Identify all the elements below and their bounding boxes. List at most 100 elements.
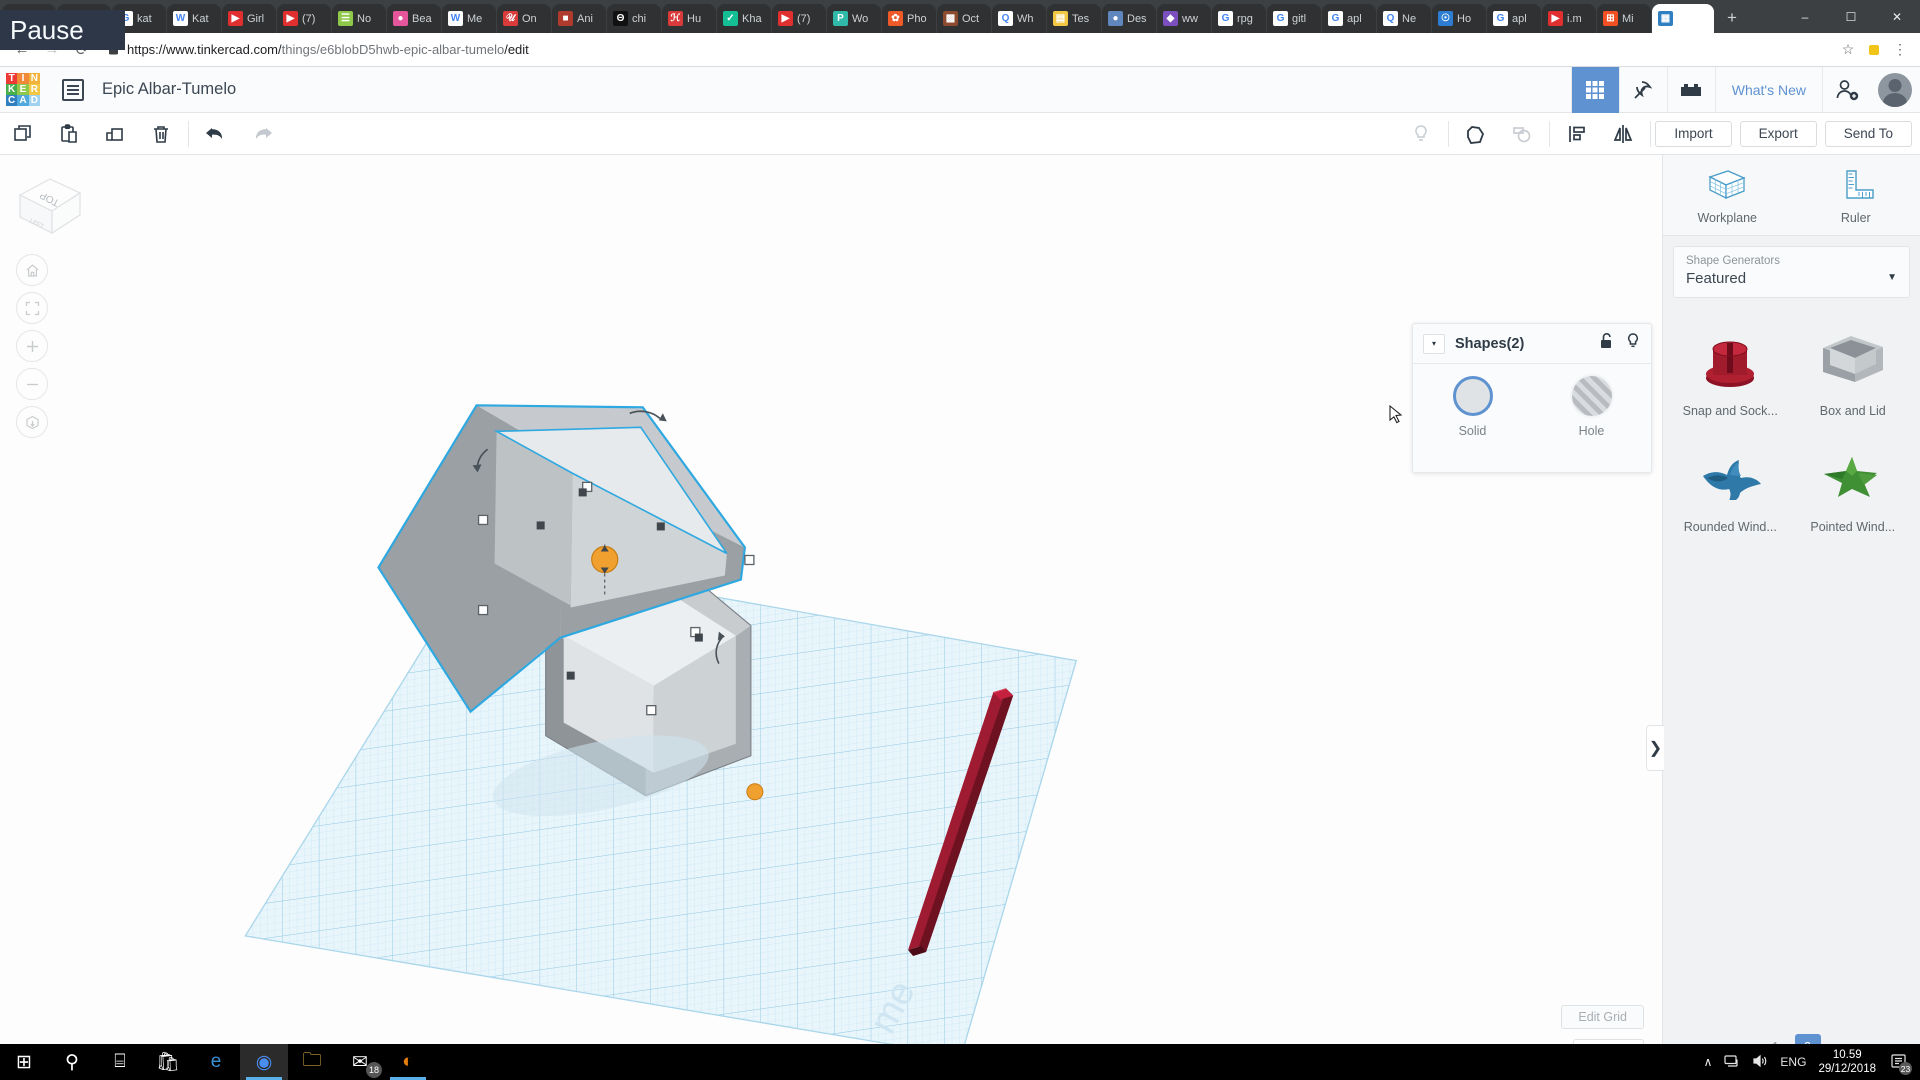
blender-icon[interactable]: ◐ [384, 1044, 432, 1080]
start-button[interactable]: ⊞ [0, 1044, 48, 1080]
address-bar[interactable]: https://www.tinkercad.com/things/e6blobD… [98, 37, 1834, 63]
design-canvas[interactable]: me TOP LEFT ▾ Shapes(2) Solid Hole Edit … [0, 155, 1662, 1079]
sidebar-item-ruler[interactable]: Ruler [1792, 155, 1920, 235]
send-to-button[interactable]: Send To [1824, 120, 1912, 147]
import-button[interactable]: Import [1655, 120, 1732, 147]
redo-icon[interactable] [239, 113, 285, 155]
orthographic-icon[interactable] [16, 406, 48, 438]
home-view-icon[interactable] [16, 254, 48, 286]
chrome-icon[interactable]: ◉ [240, 1044, 288, 1080]
blocks-icon[interactable] [1666, 66, 1715, 113]
zoom-out-icon[interactable] [16, 368, 48, 400]
unlock-icon[interactable] [1599, 332, 1615, 355]
browser-tab[interactable]: 𝒰 On [497, 4, 551, 33]
browser-tab[interactable]: ● Des [1102, 4, 1156, 33]
network-icon[interactable] [1724, 1054, 1740, 1071]
tinkercad-logo[interactable]: TINKERCAD [6, 72, 40, 107]
browser-tab[interactable]: ■ Ani [552, 4, 606, 33]
zoom-in-icon[interactable] [16, 330, 48, 362]
volume-icon[interactable] [1752, 1054, 1768, 1071]
sidebar-collapse-handle[interactable]: ❯ [1646, 725, 1664, 771]
browser-tab[interactable]: ▶ (7) [772, 4, 826, 33]
close-button[interactable]: ✕ [1874, 0, 1920, 33]
browser-tab[interactable]: ⊞ Mi [1597, 4, 1651, 33]
duplicate-icon[interactable] [92, 113, 138, 155]
browser-tab[interactable]: Ggitl [1267, 4, 1321, 33]
browser-tab[interactable]: Grpg [1212, 4, 1266, 33]
shape-generators-select[interactable]: Shape Generators Featured ▼ [1673, 246, 1910, 298]
browser-tab[interactable]: ☉ Ho [1432, 4, 1486, 33]
browser-tab[interactable]: Q Ne [1377, 4, 1431, 33]
bookmark-star-icon[interactable]: ☆ [1836, 38, 1860, 62]
generator-item[interactable]: Rounded Wind... [1669, 432, 1792, 544]
browser-tab[interactable]: ✿ Pho [882, 4, 936, 33]
browser-tab[interactable]: P Wo [827, 4, 881, 33]
minimize-button[interactable]: – [1782, 0, 1828, 33]
mirror-icon[interactable] [1600, 113, 1646, 155]
generator-item[interactable]: Box and Lid [1792, 316, 1915, 428]
browser-tab[interactable]: ▤ Tes [1047, 4, 1101, 33]
align-icon[interactable] [1554, 113, 1600, 155]
browser-tab[interactable]: ✓ Kha [717, 4, 771, 33]
ungroup-icon[interactable] [1499, 113, 1545, 155]
undo-icon[interactable] [193, 113, 239, 155]
3d-scene[interactable]: me [0, 155, 1662, 1079]
google-favicon-icon: G [1493, 11, 1508, 26]
chevron-down-icon[interactable]: ▾ [1423, 333, 1445, 354]
mail-icon[interactable]: ✉ 18 [336, 1044, 384, 1080]
browser-tab[interactable]: ● Bea [387, 4, 441, 33]
tray-chevron-icon[interactable]: ∧ [1704, 1055, 1713, 1069]
shape-option-solid[interactable]: Solid [1413, 376, 1532, 438]
browser-tab[interactable]: ☰ No [332, 4, 386, 33]
chrome-menu-icon[interactable]: ⋮ [1888, 38, 1912, 62]
extension-icon[interactable] [1862, 38, 1886, 62]
browser-tab[interactable]: W Me [442, 4, 496, 33]
browser-tab[interactable]: Θchi [607, 4, 661, 33]
edge-icon[interactable]: e [192, 1044, 240, 1080]
browser-tab[interactable]: ◆ ww [1157, 4, 1211, 33]
script-u-favicon-icon: 𝒰 [503, 11, 518, 26]
add-person-icon[interactable] [1822, 66, 1870, 113]
maximize-button[interactable]: ☐ [1828, 0, 1874, 33]
browser-tab[interactable]: ▩ Oct [937, 4, 991, 33]
browser-tab[interactable]: ▦ [1652, 4, 1714, 33]
whats-new-link[interactable]: What's New [1714, 66, 1822, 113]
edit-grid-button[interactable]: Edit Grid [1561, 1005, 1644, 1029]
delete-icon[interactable] [138, 113, 184, 155]
shape-option-hole[interactable]: Hole [1532, 376, 1651, 438]
group-icon[interactable] [1453, 113, 1499, 155]
lightbulb-icon[interactable] [1625, 332, 1641, 355]
browser-tab[interactable]: ▶ Girl [222, 4, 276, 33]
shapes-panel[interactable]: ▾ Shapes(2) Solid Hole [1412, 323, 1652, 473]
browser-tab[interactable]: Q Wh [992, 4, 1046, 33]
browser-tab[interactable]: Gapl [1322, 4, 1376, 33]
hole-swatch[interactable] [1571, 376, 1612, 416]
export-button[interactable]: Export [1739, 120, 1817, 147]
browser-tab[interactable]: ▶ (7) [277, 4, 331, 33]
task-view-icon[interactable]: ⌸ [96, 1044, 144, 1080]
new-tab-button[interactable]: + [1719, 5, 1745, 31]
file-explorer-icon[interactable]: 🗀 [288, 1044, 336, 1080]
generator-item[interactable]: Snap and Sock... [1669, 316, 1792, 428]
pickaxe-icon[interactable] [1618, 66, 1667, 113]
sidebar-item-workplane[interactable]: Workplane [1663, 155, 1792, 235]
browser-tab[interactable]: W Kat [167, 4, 221, 33]
browser-tab[interactable]: ▶ i.m [1542, 4, 1596, 33]
view-cube[interactable]: TOP LEFT [8, 167, 88, 243]
clock[interactable]: 10.59 29/12/2018 [1818, 1048, 1876, 1077]
language-indicator[interactable]: ENG [1780, 1055, 1806, 1069]
lightbulb-icon[interactable] [1398, 113, 1444, 155]
paste-icon[interactable] [46, 113, 92, 155]
search-icon[interactable]: ⚲ [48, 1044, 96, 1080]
notifications-icon[interactable]: 23 [1888, 1051, 1912, 1075]
fit-all-icon[interactable] [16, 292, 48, 324]
avatar[interactable] [1878, 72, 1912, 107]
solid-swatch[interactable] [1452, 376, 1493, 416]
copy-icon[interactable] [0, 113, 46, 155]
browser-tab[interactable]: Gapl [1487, 4, 1541, 33]
project-menu-icon[interactable] [62, 78, 84, 101]
grid-view-icon[interactable] [1570, 66, 1619, 113]
microsoft-store-icon[interactable]: 🛍 [144, 1044, 192, 1080]
generator-item[interactable]: Pointed Wind... [1792, 432, 1915, 544]
browser-tab[interactable]: ℋ Hu [662, 4, 716, 33]
